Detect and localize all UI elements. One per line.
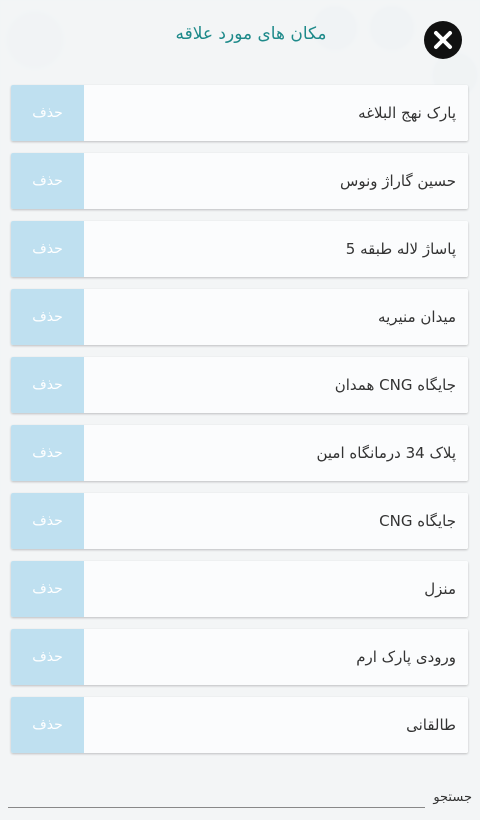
place-name[interactable]: پاساژ لاله طبقه 5 [84,221,468,277]
place-name[interactable]: جایگاه CNG همدان [84,357,468,413]
search-bar: جستجو [8,783,472,808]
list-item[interactable]: حذف ورودی پارک ارم [11,629,468,685]
delete-button[interactable]: حذف [11,425,84,481]
place-name[interactable]: حسین گاراژ ونوس [84,153,468,209]
modal-title: مکان های مورد علاقه [175,24,327,44]
list-item[interactable]: حذف منزل [11,561,468,617]
delete-button[interactable]: حذف [11,153,84,209]
list-item[interactable]: حذف میدان منیریه [11,289,468,345]
delete-button[interactable]: حذف [11,493,84,549]
delete-button[interactable]: حذف [11,357,84,413]
search-label: جستجو [433,790,472,805]
favorites-list: حذف پارک نهج البلاغه حذف حسین گاراژ ونوس… [11,85,468,765]
close-icon [434,31,452,49]
search-input[interactable] [8,783,426,808]
place-name[interactable]: ورودی پارک ارم [84,629,468,685]
place-name[interactable]: طالقانی [84,697,468,753]
delete-button[interactable]: حذف [11,629,84,685]
delete-button[interactable]: حذف [11,289,84,345]
delete-button[interactable]: حذف [11,221,84,277]
list-item[interactable]: حذف جایگاه CNG همدان [11,357,468,413]
modal-header: مکان های مورد علاقه [0,0,480,80]
list-item[interactable]: حذف پارک نهج البلاغه [11,85,468,141]
place-name[interactable]: جایگاه CNG [84,493,468,549]
list-item[interactable]: حذف جایگاه CNG [11,493,468,549]
place-name[interactable]: پارک نهج البلاغه [84,85,468,141]
list-item[interactable]: حذف پاساژ لاله طبقه 5 [11,221,468,277]
place-name[interactable]: پلاک 34 درمانگاه امین [84,425,468,481]
delete-button[interactable]: حذف [11,85,84,141]
place-name[interactable]: منزل [84,561,468,617]
place-name[interactable]: میدان منیریه [84,289,468,345]
close-button[interactable] [424,21,462,59]
delete-button[interactable]: حذف [11,697,84,753]
list-item[interactable]: حذف حسین گاراژ ونوس [11,153,468,209]
favorites-modal: مکان های مورد علاقه حذف پارک نهج البلاغه… [0,0,480,820]
list-item[interactable]: حذف پلاک 34 درمانگاه امین [11,425,468,481]
delete-button[interactable]: حذف [11,561,84,617]
list-item[interactable]: حذف طالقانی [11,697,468,753]
